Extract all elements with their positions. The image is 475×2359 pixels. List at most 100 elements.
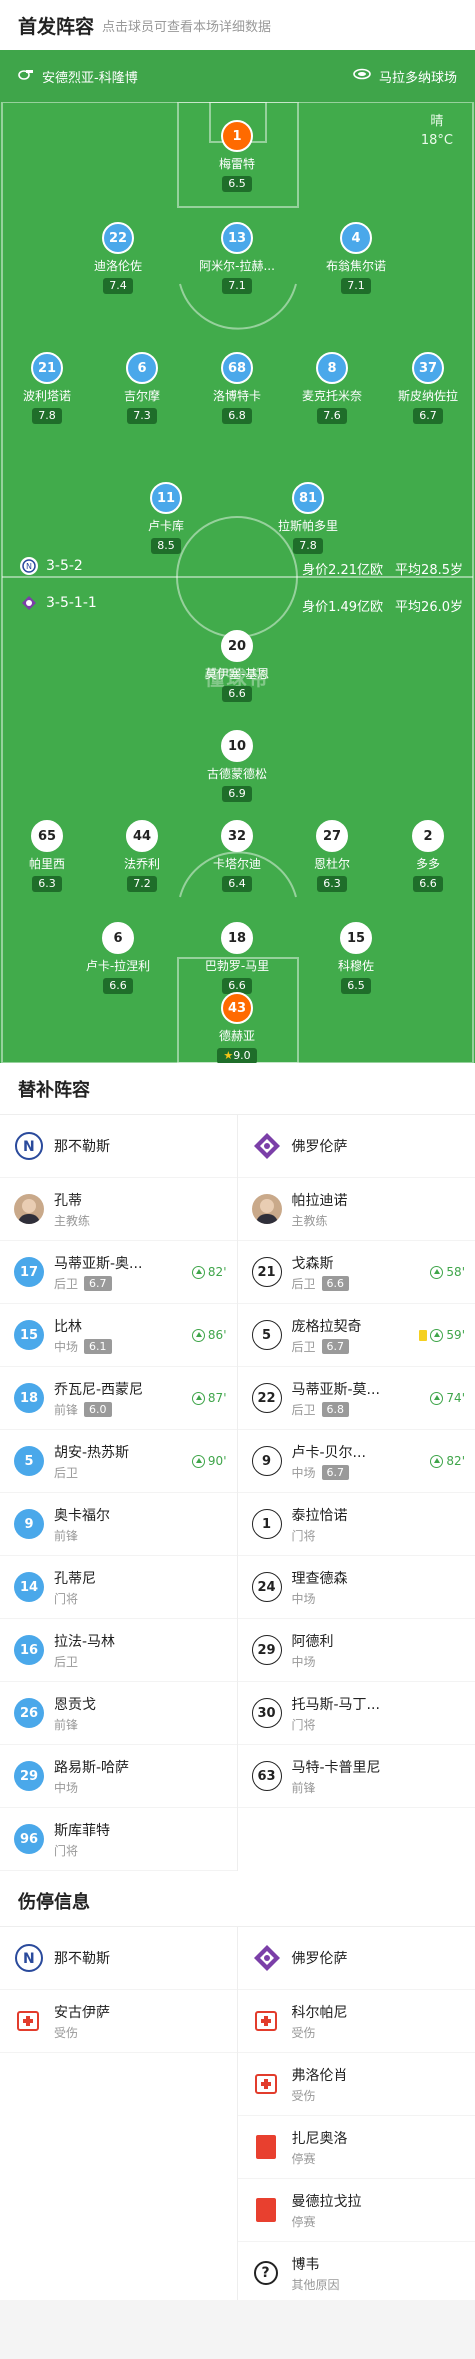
player-name: 洛博特卡 xyxy=(212,389,261,403)
away-subs: 佛罗伦萨 帕拉迪诺 主教练 21 戈森斯 后卫 6.6 58' 5 庞格拉契奇 后卫 6.7 59… xyxy=(237,1115,475,1871)
player-name: 多多 xyxy=(415,857,440,871)
sub-jersey-number: 18 xyxy=(14,1383,44,1413)
home-formation-shape: 3-5-2 xyxy=(46,558,83,574)
away-player[interactable]: 2 多多 6.6 xyxy=(373,820,475,892)
sub-player-position: 中场 xyxy=(291,1654,316,1669)
sub-player-row[interactable]: 16 拉法-马林 后卫 xyxy=(0,1619,237,1682)
sub-player-row[interactable]: 29 阿德利 中场 xyxy=(237,1619,475,1682)
sub-player-row[interactable]: 14 孔蒂尼 门将 xyxy=(0,1556,237,1619)
home-player[interactable]: 8 麦克托米奈 7.6 xyxy=(277,352,387,424)
away-player[interactable]: 18 巴勃罗-马里 6.6 xyxy=(182,922,292,994)
away-player[interactable]: 32 卡塔尔迪 6.4 xyxy=(182,820,292,892)
jersey-number: 10 xyxy=(221,730,253,762)
jersey-number: 6 xyxy=(126,352,158,384)
home-player[interactable]: 22 迪洛伦佐 7.4 xyxy=(63,222,173,294)
rating-value: 6.6 xyxy=(109,979,127,992)
sub-jersey-number: 29 xyxy=(14,1761,44,1791)
away-player[interactable]: 15 科穆佐 6.5 xyxy=(301,922,411,994)
napoli-logo-icon: N xyxy=(20,557,38,575)
sub-player-row[interactable]: 1 泰拉恰诺 门将 xyxy=(237,1493,475,1556)
rating-value: 6.3 xyxy=(323,877,341,890)
player-rating: 6.3 xyxy=(317,876,347,892)
rating-value: 6.6 xyxy=(419,877,437,890)
injury-row[interactable]: 科尔帕尼 受伤 xyxy=(237,1990,475,2053)
sub-player-meta: 门将 xyxy=(292,1716,466,1733)
sub-player-row[interactable]: 9 卢卡-贝尔... 中场 6.7 82' xyxy=(237,1430,475,1493)
home-coach-row[interactable]: 孔蒂 主教练 xyxy=(0,1178,237,1241)
home-formation-info: 身价2.21亿欧 平均28.5岁 xyxy=(302,559,463,578)
away-player[interactable]: 43 德赫亚 ★9.0 xyxy=(182,992,292,1063)
home-player[interactable]: 68 洛博特卡 6.8 xyxy=(182,352,292,424)
subs-section-title: 替补阵容 xyxy=(0,1063,475,1115)
sub-player-row[interactable]: 17 马蒂亚斯-奥... 后卫 6.7 82' xyxy=(0,1241,237,1304)
away-player[interactable]: 10 古德蒙德松 6.9 xyxy=(182,730,292,802)
sub-in-icon xyxy=(430,1265,444,1279)
sub-player-row[interactable]: 18 乔瓦尼-西蒙尼 前锋 6.0 87' xyxy=(0,1367,237,1430)
sub-player-name: 庞格拉契奇 xyxy=(291,1318,362,1335)
sub-player-position: 中场 xyxy=(54,1780,79,1795)
home-injuries: N 那不勒斯 安古伊萨 受伤 xyxy=(0,1927,238,2305)
away-player[interactable]: 27 恩杜尔 6.3 xyxy=(277,820,387,892)
home-player[interactable]: 13 阿米尔-拉赫... 7.1 xyxy=(182,222,292,294)
sub-player-row[interactable]: 30 托马斯-马丁... 门将 xyxy=(237,1682,475,1745)
away-coach-row[interactable]: 帕拉迪诺 主教练 xyxy=(237,1178,475,1241)
sub-jersey-number: 22 xyxy=(251,1383,282,1413)
player-name: 古德蒙德松 xyxy=(206,767,267,781)
home-player[interactable]: 4 布翁焦尔诺 7.1 xyxy=(301,222,411,294)
sub-player-row[interactable]: 22 马蒂亚斯-莫... 后卫 6.8 74' xyxy=(237,1367,475,1430)
home-player[interactable]: 37 斯皮纳佐拉 6.7 xyxy=(373,352,475,424)
rating-value: 6.6 xyxy=(228,979,246,992)
sub-player-row[interactable]: 15 比林 中场 6.1 86' xyxy=(0,1304,237,1367)
sub-player-row[interactable]: 29 路易斯-哈萨 中场 xyxy=(0,1745,237,1808)
injury-row[interactable]: 曼德拉戈拉 停赛 xyxy=(237,2179,475,2242)
injury-reason: 受伤 xyxy=(291,2025,316,2040)
injury-row[interactable]: ? 博韦 其他原因 xyxy=(237,2242,475,2305)
injury-row[interactable]: 安古伊萨 受伤 xyxy=(0,1990,237,2053)
sub-player-row[interactable]: 5 胡安-热苏斯 后卫 90' xyxy=(0,1430,237,1493)
sub-player-info: 比林 中场 6.1 xyxy=(54,1316,192,1355)
away-value: 身价1.49亿欧 xyxy=(302,600,384,615)
sub-player-row[interactable]: 63 马特-卡普里尼 前锋 xyxy=(237,1745,475,1808)
fiorentina-logo-icon xyxy=(252,1131,282,1161)
sub-in-icon xyxy=(191,1391,205,1405)
player-name: 梅雷特 xyxy=(218,157,255,171)
sub-player-meta: 后卫 xyxy=(54,1464,192,1481)
jersey-number: 13 xyxy=(221,222,253,254)
coach-info: 孔蒂 主教练 xyxy=(54,1190,227,1229)
sub-player-position: 后卫 xyxy=(291,1339,316,1354)
home-player[interactable]: 1 梅雷特 6.5 xyxy=(182,120,292,192)
sub-in-marker: 59' xyxy=(430,1328,465,1342)
star-icon: ★ xyxy=(223,1049,234,1062)
home-value: 身价2.21亿欧 xyxy=(302,563,384,578)
sub-jersey-number: 16 xyxy=(14,1635,44,1665)
sub-in-minute: 82' xyxy=(207,1265,227,1279)
home-player[interactable]: 81 拉斯帕多里 7.8 xyxy=(253,482,363,554)
home-player[interactable]: 6 吉尔摩 7.3 xyxy=(87,352,197,424)
sub-player-name: 马蒂亚斯-莫... xyxy=(291,1381,380,1398)
player-rating: 6.8 xyxy=(222,408,252,424)
jersey-number: 2 xyxy=(412,820,444,852)
jersey-number: 27 xyxy=(316,820,348,852)
jersey-number: 8 xyxy=(316,352,348,384)
jersey-number: 6 xyxy=(102,922,134,954)
pitch: 晴 18°C 懂球帝 N 3-5-2 身价2.21亿欧 平均28.5岁 3-5-… xyxy=(0,102,475,1063)
sub-player-info: 庞格拉契奇 后卫 6.7 xyxy=(292,1316,420,1355)
sub-player-row[interactable]: 21 戈森斯 后卫 6.6 58' xyxy=(237,1241,475,1304)
away-player[interactable]: 20 莫伊塞-基恩 6.6 xyxy=(182,630,292,702)
sub-jersey-number: 96 xyxy=(14,1824,44,1854)
sub-player-row[interactable]: 9 奥卡福尔 前锋 xyxy=(0,1493,237,1556)
injury-row[interactable]: 扎尼奥洛 停赛 xyxy=(237,2116,475,2179)
coach-avatar xyxy=(14,1194,44,1224)
home-player[interactable]: 11 卢卡库 8.5 xyxy=(111,482,221,554)
sub-player-row[interactable]: 26 恩贡戈 前锋 xyxy=(0,1682,237,1745)
sub-player-info: 乔瓦尼-西蒙尼 前锋 6.0 xyxy=(54,1379,192,1418)
away-player[interactable]: 44 法乔利 7.2 xyxy=(87,820,197,892)
injury-columns: N 那不勒斯 安古伊萨 受伤 佛罗伦萨 科尔帕尼 受伤 弗洛伦肖 受伤 扎尼奥洛 停赛 曼德拉… xyxy=(0,1927,475,2305)
sub-player-row[interactable]: 24 理查德森 中场 xyxy=(237,1556,475,1619)
injury-row[interactable]: 弗洛伦肖 受伤 xyxy=(237,2053,475,2116)
player-rating: 6.4 xyxy=(222,876,252,892)
away-player[interactable]: 6 卢卡-拉涅利 6.6 xyxy=(63,922,173,994)
sub-player-row[interactable]: 96 斯库菲特 门将 xyxy=(0,1808,237,1871)
lineup-page: 首发阵容 点击球员可查看本场详细数据 安德烈亚-科隆博 马拉多纳球场 晴 18°… xyxy=(0,0,475,2359)
sub-player-row[interactable]: 5 庞格拉契奇 后卫 6.7 59' xyxy=(237,1304,475,1367)
